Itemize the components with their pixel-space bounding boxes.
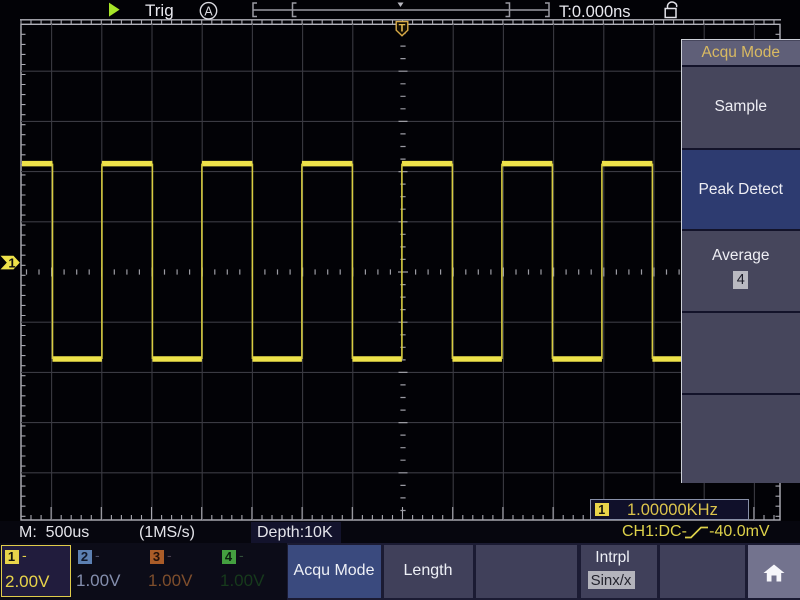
svg-text:1: 1 [8, 256, 15, 271]
svg-text:T: T [399, 23, 406, 35]
svg-text:A: A [204, 4, 213, 18]
